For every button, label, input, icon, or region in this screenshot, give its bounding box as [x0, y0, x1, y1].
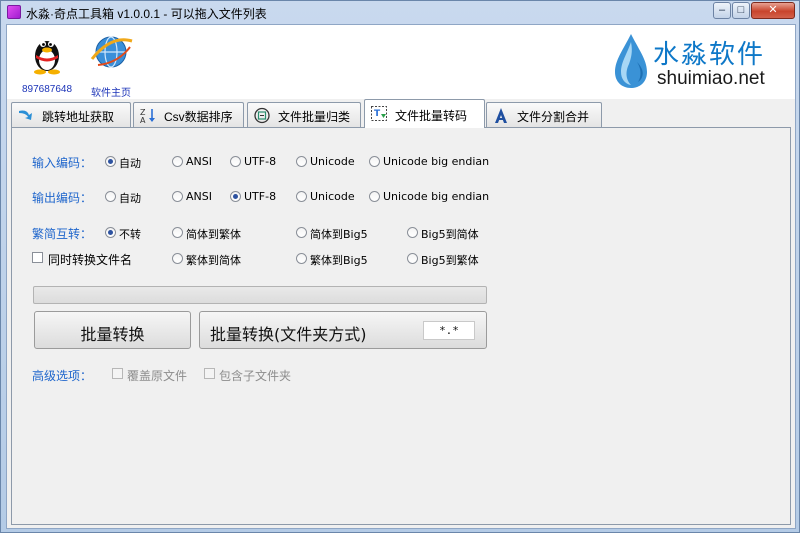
tab-strip: 跳转地址获取 Z A Csv数据排序 文件批量归类 T 文件批量转码 文件分割合… [11, 99, 797, 128]
transcode-panel: 输入编码： 自动 ANSI UTF-8 Unicode Unicode big … [11, 127, 791, 525]
conversion-label: 繁简互转： [32, 227, 93, 241]
extension-filter-input[interactable]: *.* [423, 321, 475, 340]
qq-number-label[interactable]: 897687648 [17, 84, 77, 95]
tab-file-classify[interactable]: 文件批量归类 [247, 102, 361, 127]
close-button[interactable]: ✕ [751, 2, 795, 19]
transcode-icon: T [371, 106, 387, 121]
client-area: 897687648 软件主页 水淼软件 shuimiao.net 跳转地址获取 … [6, 24, 796, 529]
include-subfolder-label: 包含子文件夹 [219, 369, 292, 383]
ie-globe-icon [90, 36, 133, 68]
svg-text:A: A [140, 116, 146, 124]
tab-file-transcode[interactable]: T 文件批量转码 [364, 99, 485, 128]
minimize-button[interactable]: – [713, 2, 731, 19]
brand-logo: 水淼软件 shuimiao.net [611, 30, 791, 92]
tab-split-merge[interactable]: 文件分割合并 [486, 102, 602, 127]
include-subfolder-checkbox[interactable] [204, 368, 215, 379]
homepage-label[interactable]: 软件主页 [81, 84, 141, 99]
batch-folder-convert-button[interactable]: 批量转换(文件夹方式) *.* [199, 311, 487, 349]
rename-checkbox[interactable] [32, 252, 43, 263]
rename-checkbox-label[interactable]: 同时转换文件名 [48, 251, 132, 268]
overwrite-checkbox[interactable] [112, 368, 123, 379]
classify-icon [254, 107, 270, 124]
input-encoding-label: 输入编码： [32, 156, 93, 170]
output-encoding-label: 输出编码： [32, 191, 93, 205]
title-bar[interactable]: 水淼·奇点工具箱 v1.0.0.1 - 可以拖入文件列表 – □ ✕ [1, 1, 800, 23]
app-window: 水淼·奇点工具箱 v1.0.0.1 - 可以拖入文件列表 – □ ✕ 89768… [0, 0, 800, 533]
homepage-link[interactable]: 软件主页 [81, 29, 141, 99]
overwrite-label: 覆盖原文件 [127, 369, 188, 383]
window-title: 水淼·奇点工具箱 v1.0.0.1 - 可以拖入文件列表 [26, 7, 267, 21]
brand-name-cn: 水淼软件 [653, 40, 766, 70]
svg-text:T: T [374, 109, 381, 119]
header-strip: 897687648 软件主页 水淼软件 shuimiao.net [7, 25, 795, 99]
batch-folder-label: 批量转换(文件夹方式) [210, 325, 367, 344]
progress-bar [33, 286, 487, 304]
qq-link[interactable]: 897687648 [17, 29, 77, 95]
water-drop-icon [615, 34, 647, 88]
qq-penguin-icon [34, 41, 60, 75]
brand-domain: shuimiao.net [657, 68, 765, 89]
advanced-label: 高级选项： [32, 369, 93, 383]
batch-convert-button[interactable]: 批量转换 [34, 311, 191, 349]
sort-az-icon: Z A [140, 108, 155, 124]
maximize-button[interactable]: □ [732, 2, 750, 19]
split-merge-icon [495, 108, 507, 123]
tab-csv-sort[interactable]: Z A Csv数据排序 [133, 102, 244, 127]
tab-redirect[interactable]: 跳转地址获取 [11, 102, 131, 127]
arrow-icon [19, 110, 32, 120]
app-icon [7, 5, 21, 19]
